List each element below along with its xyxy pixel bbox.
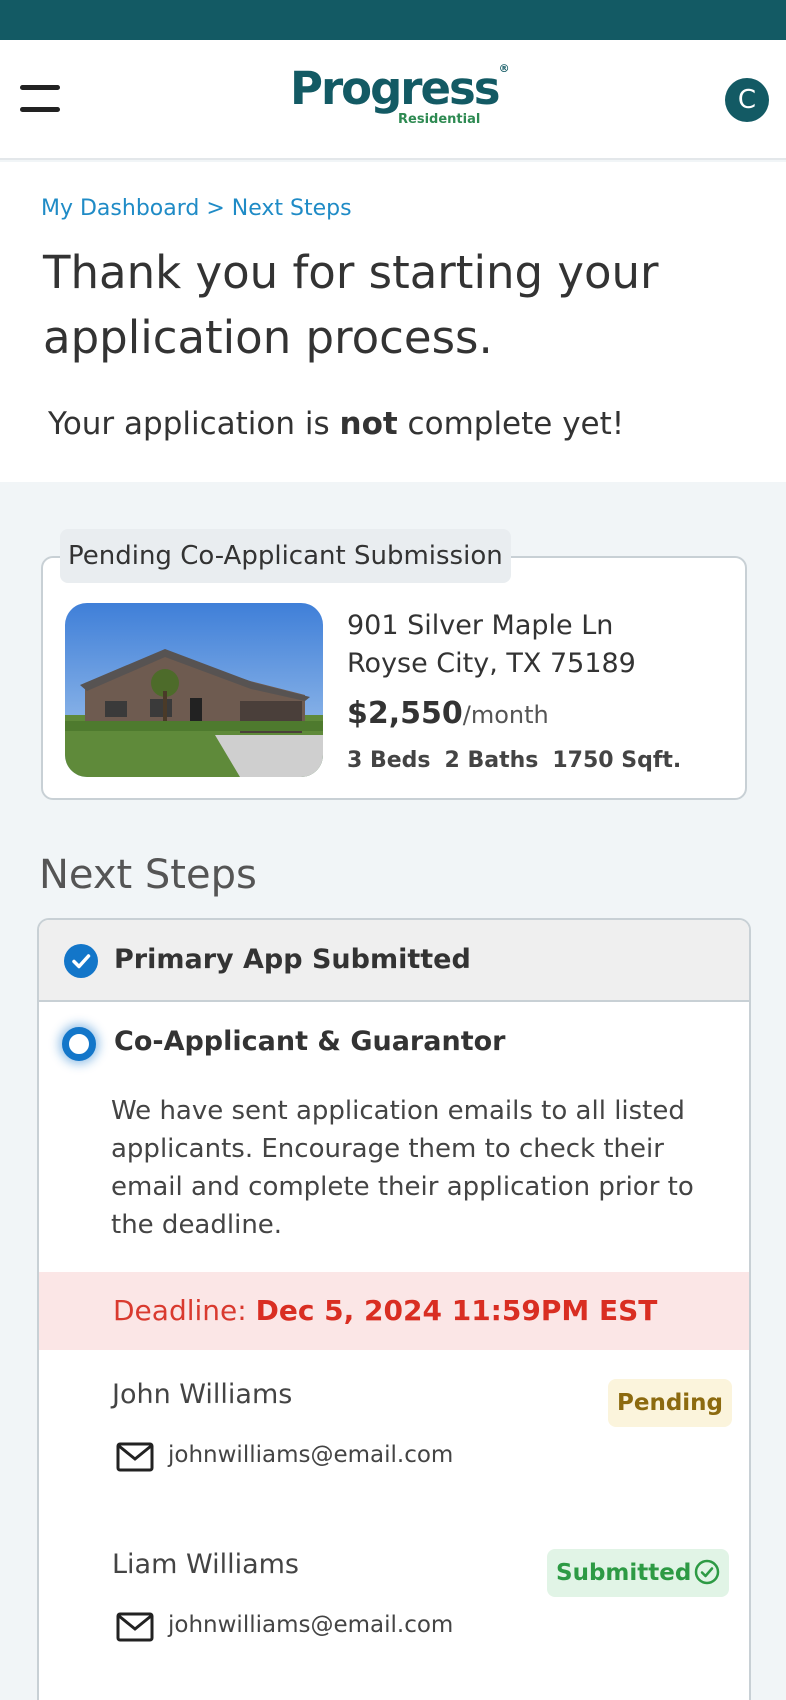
breadcrumb-separator: > — [199, 196, 232, 221]
property-facts: 3 Beds 2 Baths 1750 Sqft. — [347, 748, 695, 773]
breadcrumb-next-steps-link[interactable]: Next Steps — [232, 196, 352, 221]
step2-description: We have sent application emails to all l… — [111, 1096, 694, 1240]
steps-panel: Primary App Submitted Co-Applicant & Gua… — [37, 918, 751, 1700]
radio-active-icon — [62, 1027, 96, 1061]
logo-registered-mark: ® — [498, 62, 510, 75]
logo-subtitle: Residential — [398, 112, 481, 127]
step2-label[interactable]: Co-Applicant & Guarantor — [114, 1026, 505, 1057]
breadcrumb: My Dashboard > Next Steps — [41, 196, 352, 221]
site-header: Progress® Residential C — [0, 40, 786, 160]
baths-count: 2 Baths — [444, 748, 539, 773]
status-badge-submitted: Submitted — [547, 1549, 730, 1597]
page-title: Thank you for starting your application … — [43, 246, 659, 364]
status-badge-pending: Pending — [608, 1379, 733, 1427]
step-primary-app[interactable]: Primary App Submitted — [39, 920, 749, 1002]
logo-text: Progress — [290, 62, 501, 115]
applicant-name: John Williams — [112, 1379, 293, 1410]
property-address-line1: 901 Silver Maple Ln — [347, 610, 614, 641]
page-subtitle: Your application is not complete yet! — [48, 406, 625, 442]
intro-section: My Dashboard > Next Steps Thank you for … — [0, 162, 786, 482]
property-status-label: Pending Co-Applicant Submission — [60, 529, 511, 583]
deadline-date: Dec 5, 2024 11:59PM EST — [255, 1294, 658, 1327]
applicant-name: Liam Williams — [112, 1549, 299, 1580]
top-status-bar — [0, 0, 786, 40]
step1-label: Primary App Submitted — [114, 944, 471, 975]
property-price: $2,550/month — [347, 696, 549, 731]
applicant-email[interactable]: johnwilliams@email.com — [168, 1612, 453, 1638]
check-circle-icon — [64, 944, 98, 978]
hamburger-icon[interactable] — [20, 83, 60, 113]
progress-logo[interactable]: Progress® Residential — [290, 62, 510, 132]
house-photo — [65, 603, 323, 777]
mail-icon — [116, 1442, 154, 1472]
mail-icon — [116, 1612, 154, 1642]
sqft-value: 1750 Sqft. — [552, 748, 682, 773]
check-outline-icon — [695, 1559, 720, 1584]
next-steps-heading: Next Steps — [39, 852, 257, 898]
applicant-email[interactable]: johnwilliams@email.com — [168, 1442, 453, 1468]
deadline-banner: Deadline: Dec 5, 2024 11:59PM EST — [39, 1272, 749, 1350]
avatar[interactable]: C — [725, 78, 769, 122]
property-address-line2: Royse City, TX 75189 — [347, 648, 636, 679]
breadcrumb-dashboard-link[interactable]: My Dashboard — [41, 196, 199, 221]
beds-count: 3 Beds — [347, 748, 431, 773]
